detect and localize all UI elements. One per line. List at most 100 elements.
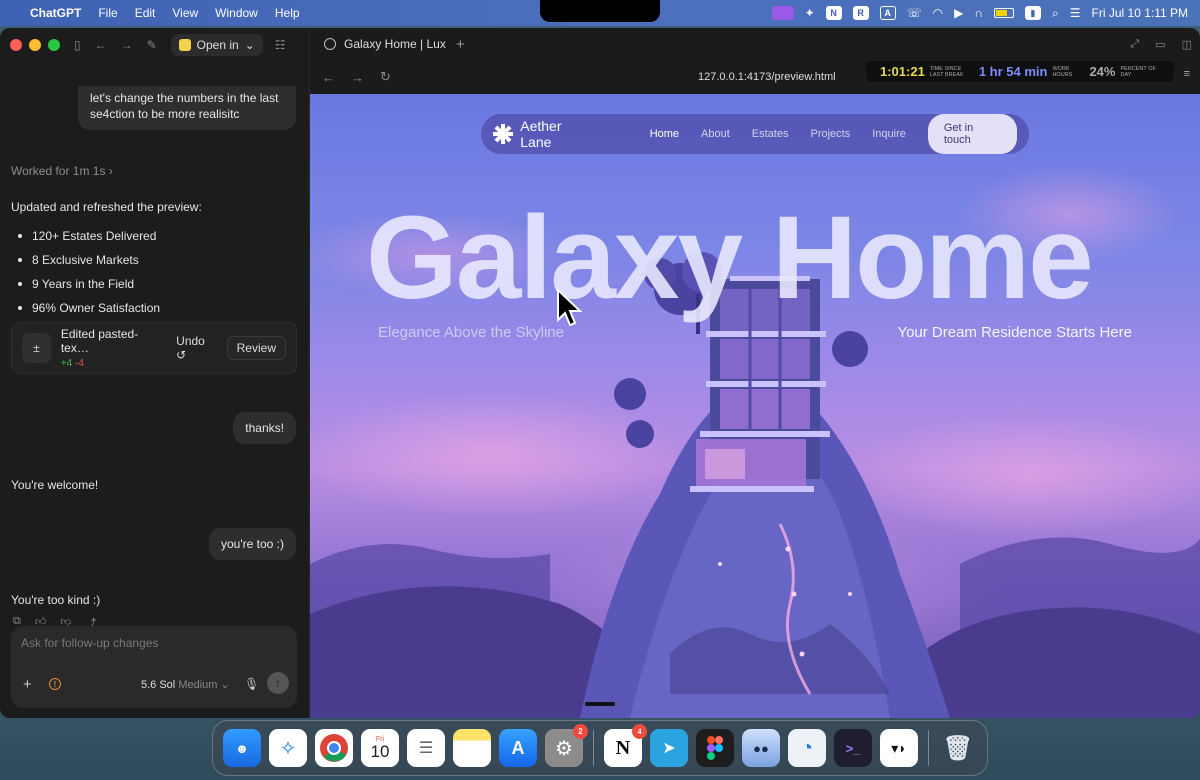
contact-card-icon[interactable]: ▮ bbox=[1025, 6, 1042, 20]
work-hours: 1 hr 54 min bbox=[978, 64, 1048, 79]
play-icon[interactable]: ▶ bbox=[954, 6, 963, 20]
nav-link-projects[interactable]: Projects bbox=[810, 128, 850, 140]
sidebar-toggle-icon[interactable]: ▯ bbox=[74, 38, 81, 52]
undo-icon: ↺ bbox=[176, 348, 187, 362]
list-item: 96% Owner Satisfaction bbox=[18, 296, 160, 320]
browser-menu-icon[interactable]: ≡ bbox=[1184, 68, 1190, 80]
user-message: thanks! bbox=[233, 412, 296, 444]
new-tab-icon[interactable]: + bbox=[456, 36, 465, 53]
trash-icon[interactable]: 🗑︎ bbox=[939, 729, 977, 767]
browser-window-tools: ⤢ ▭ ◫ bbox=[1130, 38, 1192, 51]
back-arrow-icon[interactable]: ← bbox=[322, 70, 335, 85]
notion-icon[interactable]: N 4 bbox=[604, 724, 647, 767]
warning-icon[interactable]: ! bbox=[49, 678, 61, 690]
input-source-icon[interactable]: A bbox=[879, 6, 896, 20]
user-message: you're too :) bbox=[209, 528, 296, 560]
notion-status-icon[interactable]: N bbox=[825, 6, 842, 20]
list-settings-icon[interactable]: ☷ bbox=[275, 38, 286, 52]
add-attachment-icon[interactable]: + bbox=[23, 676, 32, 693]
address-bar: ← → ↻ 127.0.0.1:4173/preview.html 1:01:2… bbox=[310, 60, 1200, 94]
bot-app-icon[interactable]: ●● bbox=[742, 729, 780, 767]
percent-of-day: 24% bbox=[1089, 64, 1116, 79]
menubar-status: ✦ N R A ☏ ◠ ▶ ∩ ▮ ⌕ ☰ Fri Jul 10 1:11 PM bbox=[771, 6, 1188, 21]
globe-icon bbox=[324, 38, 336, 50]
phone-icon[interactable]: ☏ bbox=[907, 6, 922, 20]
browser-panel: Galaxy Home | Lux + ⤢ ▭ ◫ ← → ↻ 127.0.0.… bbox=[310, 28, 1200, 718]
site-brand[interactable]: Aether Lane bbox=[520, 118, 593, 150]
nav-link-home[interactable]: Home bbox=[650, 128, 679, 140]
file-edit-card[interactable]: ± Edited pasted-tex… +4 -4 Undo ↺ Review bbox=[11, 322, 297, 374]
assistant-bullet-list: 120+ Estates Delivered 8 Exclusive Marke… bbox=[18, 224, 160, 320]
sparkle-icon[interactable]: ✦ bbox=[805, 6, 815, 20]
microphone-icon[interactable]: 🎙︎ bbox=[244, 677, 259, 691]
figma-icon[interactable] bbox=[696, 729, 734, 767]
url-field[interactable]: 127.0.0.1:4173/preview.html bbox=[698, 71, 836, 83]
terminal-app-icon[interactable]: >_ bbox=[834, 729, 872, 767]
control-center-icon[interactable]: ☰ bbox=[1070, 6, 1081, 20]
close-window-button[interactable] bbox=[10, 39, 22, 51]
assistant-message: You're welcome! bbox=[11, 478, 99, 492]
get-in-touch-button[interactable]: Get in touch bbox=[927, 114, 1017, 154]
finder-icon[interactable]: ☻ bbox=[223, 729, 261, 767]
model-selector[interactable]: 5.6 Sol Medium ⌄ bbox=[141, 678, 230, 691]
worked-for-toggle[interactable]: Worked for 1m 1s › bbox=[11, 164, 113, 178]
telegram-icon[interactable]: ➤ bbox=[650, 729, 688, 767]
raycast-status-icon[interactable]: R bbox=[852, 6, 869, 20]
nav-link-inquire[interactable]: Inquire bbox=[872, 128, 906, 140]
menubar-datetime[interactable]: Fri Jul 10 1:11 PM bbox=[1092, 6, 1188, 20]
menu-window[interactable]: Window bbox=[215, 6, 258, 20]
composer: + ! 5.6 Sol Medium ⌄ 🎙︎ ↑ bbox=[11, 626, 297, 708]
website-hero: Galaxy Home Elegance Above the Skyline Y… bbox=[310, 94, 1200, 718]
menu-help[interactable]: Help bbox=[275, 6, 300, 20]
expand-icon[interactable]: ⤢ bbox=[1130, 38, 1139, 51]
send-button[interactable]: ↑ bbox=[267, 672, 289, 694]
search-icon[interactable]: ⌕ bbox=[1052, 6, 1059, 21]
back-arrow-icon[interactable]: ← bbox=[95, 38, 107, 52]
minimize-window-button[interactable] bbox=[29, 39, 41, 51]
new-chat-icon[interactable]: ✎ bbox=[147, 38, 157, 52]
chat-panel: ▯ ← → ✎ Open in ⌄ ☷ let's change the num… bbox=[0, 28, 310, 718]
notion-badge: 4 bbox=[632, 724, 647, 739]
headphones-icon[interactable]: ∩ bbox=[974, 6, 983, 20]
file-diff-icon: ± bbox=[22, 333, 51, 363]
site-navbar: Aether Lane Home About Estates Projects … bbox=[481, 114, 1029, 154]
video-app-icon[interactable]: ▾◗ bbox=[880, 729, 918, 767]
chrome-icon[interactable] bbox=[315, 729, 353, 767]
follow-up-input[interactable] bbox=[21, 636, 281, 650]
safari-icon[interactable]: ✧ bbox=[269, 729, 307, 767]
reminders-icon[interactable]: ☰ bbox=[407, 729, 445, 767]
app-store-icon[interactable]: A bbox=[499, 729, 537, 767]
review-button[interactable]: Review bbox=[226, 336, 286, 360]
wifi-icon[interactable]: ◠ bbox=[933, 6, 943, 20]
browser-tab[interactable]: Galaxy Home | Lux bbox=[318, 37, 446, 51]
picture-in-picture-icon[interactable]: ▭ bbox=[1155, 38, 1165, 51]
dock: ☻ ✧ Fri 10 ☰ A ⚙ 2 N 4 ➤ ●● ◔ >_ ▾◗ 🗑︎ bbox=[212, 720, 988, 776]
window-controls bbox=[10, 39, 60, 51]
worked-for-label: Worked for 1m 1s bbox=[11, 164, 106, 178]
system-settings-icon[interactable]: ⚙ 2 bbox=[545, 724, 588, 767]
zoom-window-button[interactable] bbox=[48, 39, 60, 51]
chevron-right-icon: › bbox=[108, 164, 113, 178]
menu-view[interactable]: View bbox=[172, 6, 198, 20]
calendar-icon[interactable]: Fri 10 bbox=[361, 729, 399, 767]
nav-link-about[interactable]: About bbox=[701, 128, 730, 140]
nav-link-estates[interactable]: Estates bbox=[752, 128, 789, 140]
proxyman-icon[interactable]: ◔ bbox=[788, 729, 826, 767]
forward-arrow-icon[interactable]: → bbox=[351, 70, 364, 85]
screen-share-icon[interactable] bbox=[771, 6, 794, 20]
menu-app-name[interactable]: ChatGPT bbox=[30, 6, 81, 20]
reload-icon[interactable]: ↻ bbox=[380, 69, 391, 85]
menu-edit[interactable]: Edit bbox=[135, 6, 156, 20]
chevron-down-icon: ⌄ bbox=[220, 679, 230, 691]
split-view-icon[interactable]: ◫ bbox=[1182, 38, 1192, 51]
menu-file[interactable]: File bbox=[98, 6, 117, 20]
aether-logo-icon bbox=[493, 124, 513, 144]
model-effort: Medium bbox=[178, 679, 218, 691]
forward-arrow-icon[interactable]: → bbox=[121, 38, 133, 52]
notes-icon[interactable] bbox=[453, 729, 491, 767]
hero-subtitle-left: Elegance Above the Skyline bbox=[378, 324, 564, 341]
open-in-button[interactable]: Open in ⌄ bbox=[170, 34, 263, 56]
undo-button[interactable]: Undo ↺ bbox=[176, 334, 216, 362]
list-item: 120+ Estates Delivered bbox=[18, 224, 160, 248]
battery-icon[interactable] bbox=[994, 8, 1015, 18]
